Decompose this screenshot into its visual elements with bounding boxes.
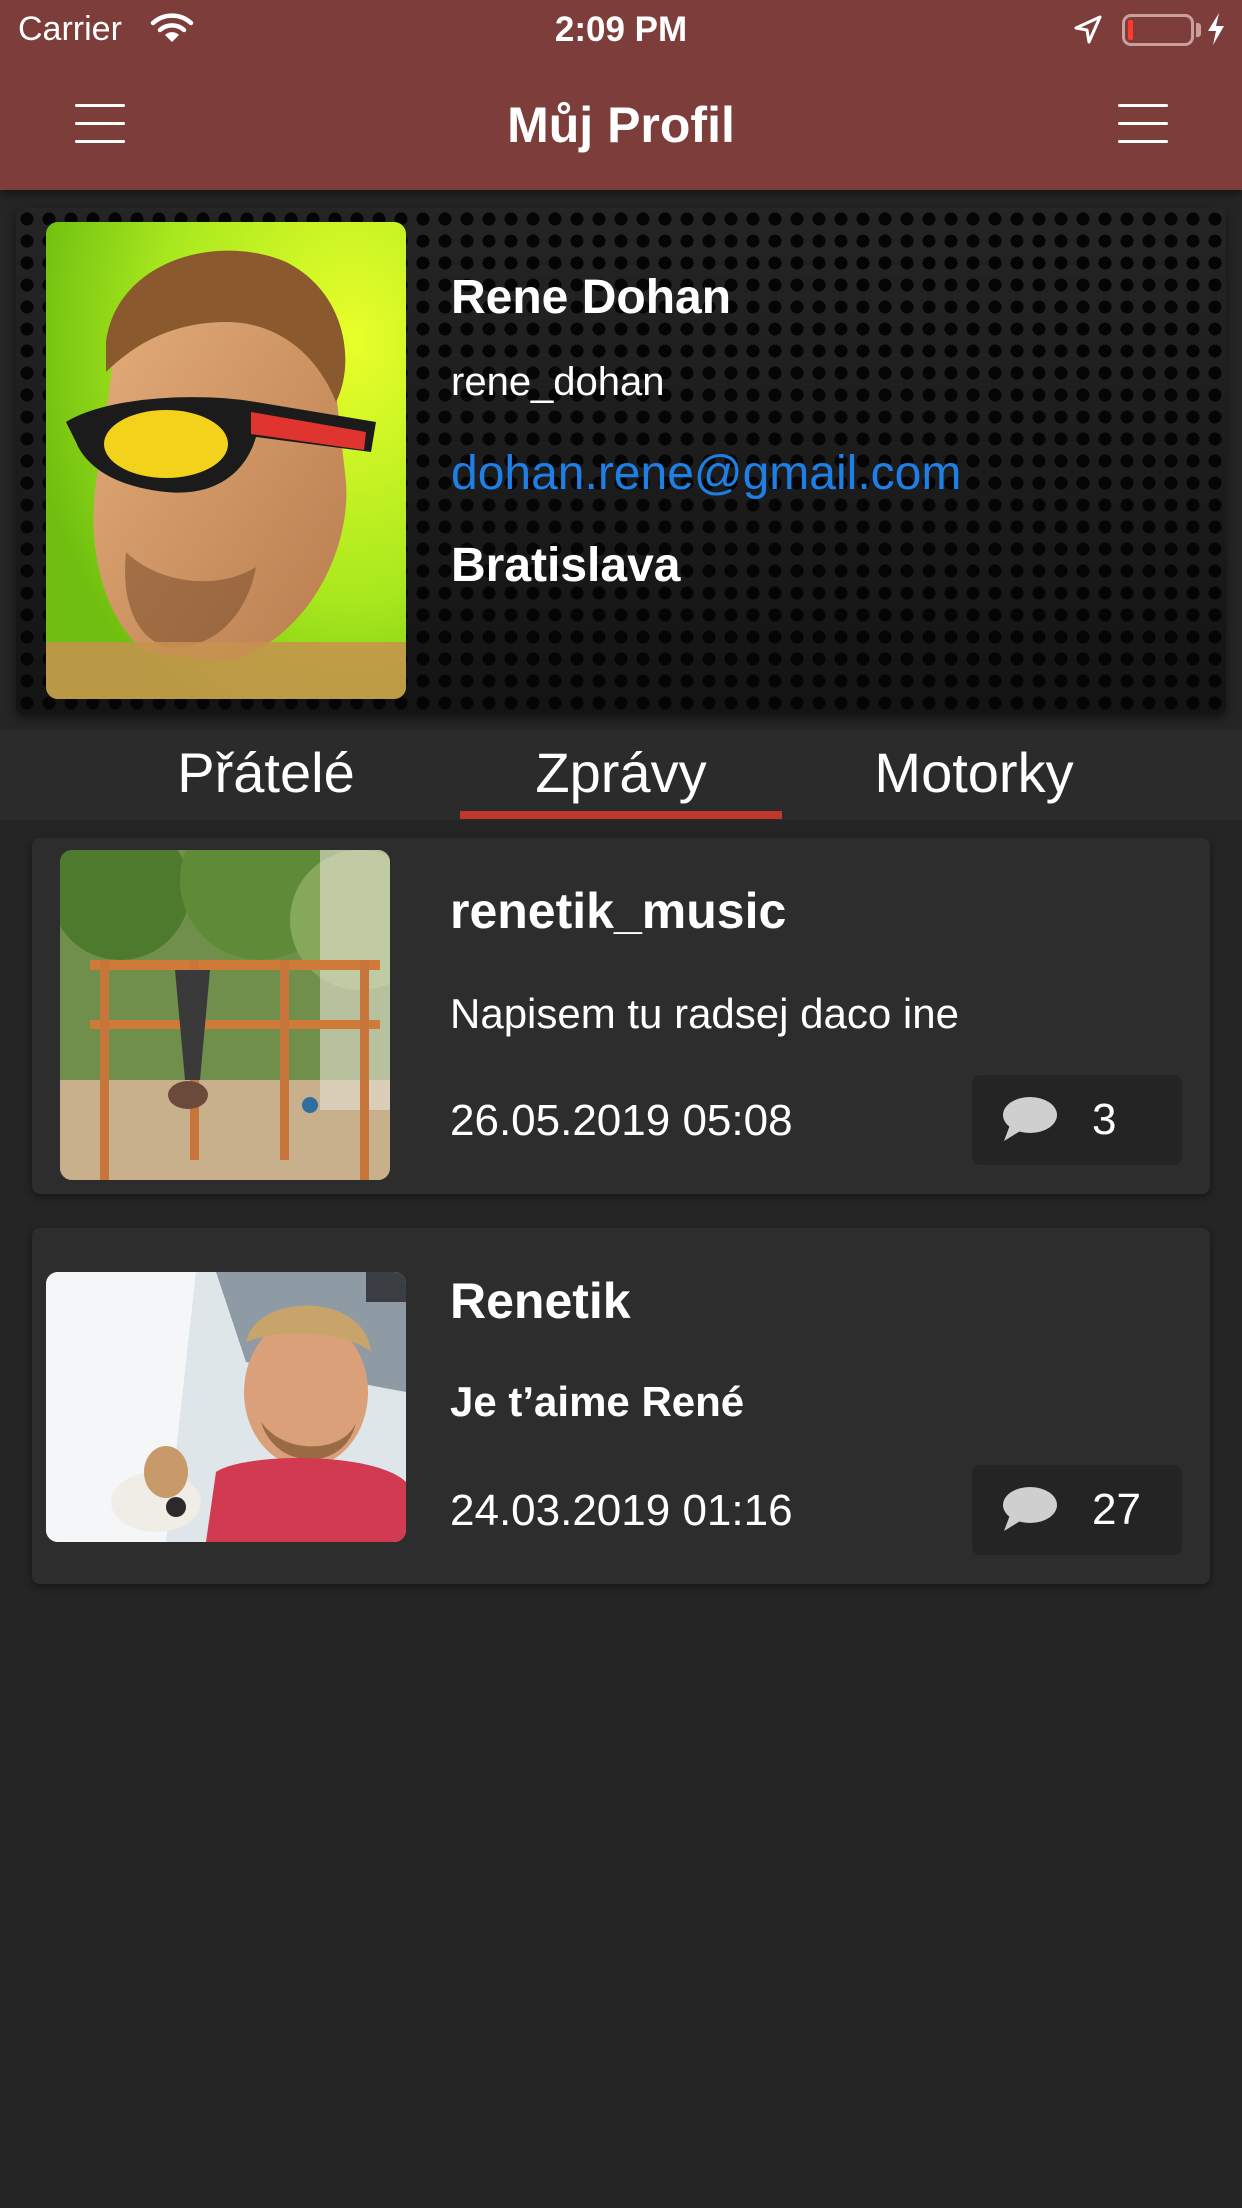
profile-email-link[interactable]: dohan.rene@gmail.com: [451, 446, 961, 501]
battery-icon: [1122, 14, 1194, 46]
battery-nub: [1196, 23, 1201, 37]
comments-button[interactable]: 27: [972, 1465, 1182, 1555]
message-author: renetik_music: [450, 883, 787, 939]
message-thumbnail: [46, 1272, 406, 1542]
right-menu-button[interactable]: [1118, 104, 1168, 144]
message-text: Napisem tu radsej daco ine: [450, 990, 959, 1037]
tab-bar: Přátelé Zprávy Motorky: [0, 730, 1242, 820]
page-title: Můj Profil: [507, 97, 735, 153]
selected-tab-indicator: [460, 811, 782, 819]
hamburger-line: [1118, 104, 1168, 107]
profile-username: rene_dohan: [451, 360, 665, 404]
tab-messages[interactable]: Zprávy: [460, 740, 782, 820]
tab-friends[interactable]: Přátelé: [136, 740, 396, 820]
message-thumbnail: [60, 850, 390, 1180]
hamburger-line: [1118, 140, 1168, 143]
profile-card: Rene Dohan rene_dohan dohan.rene@gmail.c…: [16, 208, 1226, 714]
comment-count: 3: [1092, 1095, 1117, 1144]
status-time: 2:09 PM: [554, 10, 688, 49]
message-card[interactable]: Renetik Je t’aime René 24.03.2019 01:16 …: [32, 1228, 1210, 1584]
status-bar: Carrier 2:09 PM: [0, 0, 1242, 62]
charging-bolt-icon: [1206, 12, 1226, 55]
speech-bubble-icon: [1000, 1095, 1058, 1148]
profile-city: Bratislava: [451, 539, 681, 592]
message-text: Je t’aime René: [450, 1378, 745, 1425]
tab-motorcycles[interactable]: Motorky: [850, 740, 1098, 820]
battery-level: [1128, 20, 1133, 40]
profile-avatar[interactable]: [46, 222, 406, 699]
location-arrow-icon: [1072, 14, 1104, 55]
speech-bubble-icon: [1000, 1485, 1058, 1538]
comments-button[interactable]: 3: [972, 1075, 1182, 1165]
message-date: 26.05.2019 05:08: [450, 1096, 793, 1145]
top-bar: Carrier 2:09 PM Můj Profil: [0, 0, 1242, 190]
comment-count: 27: [1092, 1485, 1141, 1534]
profile-name: Rene Dohan: [451, 271, 732, 324]
hamburger-line: [1118, 122, 1168, 125]
message-card[interactable]: renetik_music Napisem tu radsej daco ine…: [32, 838, 1210, 1194]
message-author: Renetik: [450, 1273, 631, 1329]
message-date: 24.03.2019 01:16: [450, 1486, 793, 1535]
